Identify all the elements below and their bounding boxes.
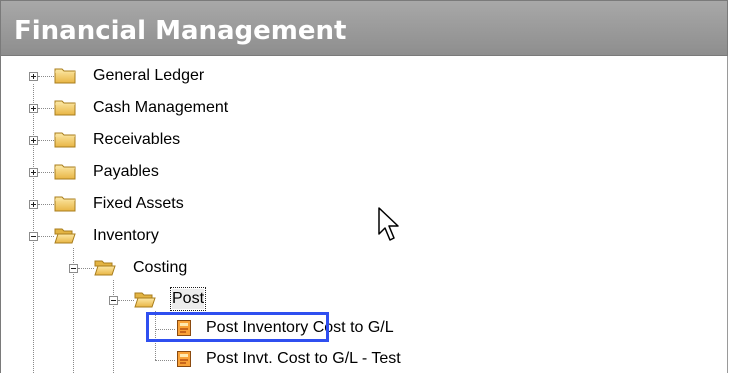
mouse-cursor-icon	[378, 207, 399, 241]
tree-line	[38, 204, 54, 205]
tree-item-label[interactable]: Cash Management	[93, 98, 228, 118]
tree-line	[38, 236, 54, 237]
tree-line	[38, 108, 54, 109]
highlight-box	[146, 312, 329, 342]
tree-item-label[interactable]: Payables	[93, 162, 159, 182]
tree-item-label[interactable]: Post	[169, 287, 207, 311]
tree-item-label[interactable]: Inventory	[93, 226, 159, 246]
folder-icon	[54, 130, 76, 148]
expand-icon[interactable]	[29, 136, 38, 145]
tree-line	[33, 84, 34, 373]
collapse-icon[interactable]	[29, 232, 38, 241]
report-icon	[176, 350, 192, 368]
folder-icon	[54, 162, 76, 180]
tree-item-label[interactable]: Fixed Assets	[93, 194, 184, 214]
folder-icon	[54, 98, 76, 116]
tree-line	[155, 360, 175, 361]
panel-title: Financial Management	[14, 16, 347, 46]
tree-line	[118, 300, 134, 301]
tree-item-label[interactable]: General Ledger	[93, 66, 204, 86]
panel-header: Financial Management	[0, 0, 728, 56]
tree-item-label[interactable]: Receivables	[93, 130, 180, 150]
tree-line	[113, 280, 114, 373]
folder-icon	[54, 194, 76, 212]
expand-icon[interactable]	[29, 72, 38, 81]
tree-line	[38, 172, 54, 173]
open-folder-icon	[94, 258, 116, 276]
tree-line	[38, 76, 54, 77]
tree-line	[78, 268, 94, 269]
open-folder-icon	[54, 226, 76, 244]
expand-icon[interactable]	[29, 200, 38, 209]
tree-item-label[interactable]: Costing	[133, 258, 187, 278]
collapse-icon[interactable]	[109, 296, 118, 305]
open-folder-icon	[134, 290, 156, 308]
collapse-icon[interactable]	[69, 264, 78, 273]
expand-icon[interactable]	[29, 168, 38, 177]
expand-icon[interactable]	[29, 104, 38, 113]
tree-item-label[interactable]: Post Invt. Cost to G/L - Test	[206, 349, 401, 369]
folder-icon	[54, 66, 76, 84]
tree-line	[38, 140, 54, 141]
